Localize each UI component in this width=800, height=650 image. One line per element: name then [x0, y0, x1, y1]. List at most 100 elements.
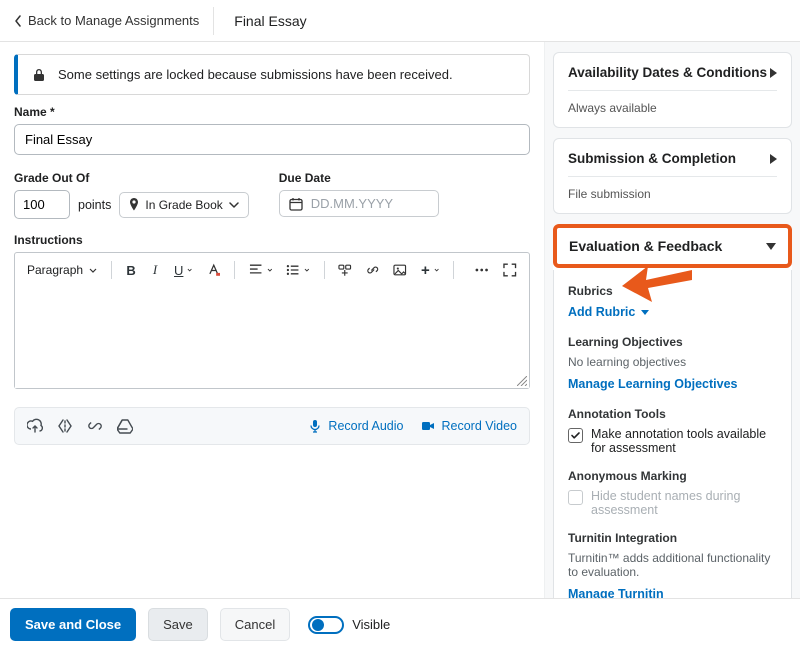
drive-icon[interactable] [117, 418, 133, 434]
toolbar-separator [111, 261, 112, 279]
pin-icon [129, 198, 139, 211]
due-label: Due Date [279, 171, 439, 185]
back-label: Back to Manage Assignments [28, 13, 199, 28]
anonymous-checkbox-label: Hide student names during assessment [591, 489, 777, 517]
cancel-button[interactable]: Cancel [220, 608, 290, 641]
save-and-close-button[interactable]: Save and Close [10, 608, 136, 641]
locked-notice: Some settings are locked because submiss… [14, 54, 530, 95]
chevron-down-icon [229, 202, 239, 208]
toggle-thumb [312, 619, 324, 631]
grade-label: Grade Out Of [14, 171, 249, 185]
anonymous-checkbox-row: Hide student names during assessment [568, 489, 777, 517]
editor-toolbar: Paragraph B I U + [15, 253, 529, 288]
chevron-down-icon [641, 310, 649, 315]
more-actions-button[interactable] [470, 259, 493, 281]
visibility-label: Visible [352, 617, 390, 632]
submission-panel[interactable]: Submission & Completion File submission [553, 138, 792, 214]
page-header: Back to Manage Assignments Final Essay [0, 0, 800, 42]
grade-chip-label: In Grade Book [145, 198, 222, 212]
grade-points-input[interactable] [14, 190, 70, 219]
toolbar-separator [453, 261, 454, 279]
anonymous-marking-label: Anonymous Marking [568, 469, 777, 483]
toolbar-separator [324, 261, 325, 279]
annotation-tools-label: Annotation Tools [568, 407, 777, 421]
chevron-down-icon [766, 243, 776, 250]
chevron-down-icon [267, 268, 273, 272]
quicklink-icon[interactable] [57, 418, 73, 434]
chevron-down-icon [434, 268, 439, 272]
annotation-checkbox-row[interactable]: Make annotation tools available for asse… [568, 427, 777, 455]
evaluation-title: Evaluation & Feedback [569, 238, 722, 254]
annotation-checkbox[interactable] [568, 428, 583, 443]
upload-icon[interactable] [27, 418, 43, 434]
add-rubric-label: Add Rubric [568, 305, 635, 319]
calendar-icon [289, 197, 303, 211]
microphone-icon [308, 419, 322, 433]
record-audio-button[interactable]: Record Audio [308, 419, 403, 433]
anonymous-checkbox [568, 490, 583, 505]
notice-text: Some settings are locked because submiss… [58, 67, 453, 82]
availability-panel[interactable]: Availability Dates & Conditions Always a… [553, 52, 792, 128]
save-button[interactable]: Save [148, 608, 208, 641]
insert-stuff-button[interactable] [334, 259, 356, 281]
visibility-toggle[interactable]: Visible [308, 616, 390, 634]
insert-link-button[interactable] [362, 259, 384, 281]
submission-title: Submission & Completion [568, 151, 736, 166]
insert-more-button[interactable]: + [417, 259, 443, 281]
body: Some settings are locked because submiss… [0, 42, 800, 598]
paragraph-style-label: Paragraph [27, 263, 83, 277]
rubrics-label: Rubrics [568, 284, 777, 298]
chevron-left-icon [14, 15, 22, 27]
learning-objectives-label: Learning Objectives [568, 335, 777, 349]
link-icon[interactable] [87, 418, 103, 434]
toggle-track [308, 616, 344, 634]
learning-objectives-none: No learning objectives [568, 355, 777, 369]
evaluation-panel-body: Rubrics Add Rubric Learning Objectives N… [553, 270, 792, 598]
evaluation-feedback-header[interactable]: Evaluation & Feedback [553, 224, 792, 268]
due-date-input[interactable]: DD.MM.YYYY [279, 190, 439, 217]
grade-book-dropdown[interactable]: In Grade Book [119, 192, 248, 218]
turnitin-desc: Turnitin™ adds additional functionality … [568, 551, 777, 579]
bold-button[interactable]: B [122, 259, 140, 281]
chevron-down-icon [187, 268, 192, 272]
rich-text-editor: Paragraph B I U + [14, 252, 530, 389]
chevron-down-icon [89, 268, 97, 273]
attachment-bar: Record Audio Record Video [14, 407, 530, 445]
page-title: Final Essay [214, 13, 306, 29]
name-input[interactable] [14, 124, 530, 155]
check-icon [570, 430, 581, 441]
chevron-right-icon [770, 68, 777, 78]
list-button[interactable] [282, 259, 313, 281]
align-button[interactable] [245, 259, 276, 281]
back-to-manage-link[interactable]: Back to Manage Assignments [14, 7, 214, 35]
italic-button[interactable]: I [146, 259, 164, 281]
annotation-checkbox-label: Make annotation tools available for asse… [591, 427, 777, 455]
underline-button[interactable]: U [170, 259, 197, 281]
side-panel: Availability Dates & Conditions Always a… [544, 42, 800, 598]
resize-handle-icon[interactable] [517, 376, 527, 386]
paragraph-style-dropdown[interactable]: Paragraph [23, 261, 101, 279]
chevron-right-icon [770, 154, 777, 164]
manage-learning-objectives-link[interactable]: Manage Learning Objectives [568, 377, 738, 391]
submission-subtitle: File submission [568, 187, 777, 201]
main-column: Some settings are locked because submiss… [0, 42, 544, 598]
due-placeholder: DD.MM.YYYY [311, 196, 393, 211]
chevron-down-icon [304, 268, 310, 272]
video-icon [421, 419, 435, 433]
record-audio-label: Record Audio [328, 419, 403, 433]
lock-icon [32, 68, 46, 82]
name-label: Name * [14, 105, 530, 119]
fullscreen-button[interactable] [499, 259, 521, 281]
record-video-button[interactable]: Record Video [421, 419, 517, 433]
manage-turnitin-link[interactable]: Manage Turnitin [568, 587, 664, 598]
insert-image-button[interactable] [389, 259, 411, 281]
editor-textarea[interactable] [15, 288, 529, 388]
toolbar-separator [234, 261, 235, 279]
availability-subtitle: Always available [568, 101, 777, 115]
text-color-button[interactable] [203, 259, 225, 281]
footer-bar: Save and Close Save Cancel Visible [0, 598, 800, 650]
grade-unit: points [78, 198, 111, 212]
turnitin-label: Turnitin Integration [568, 531, 777, 545]
record-video-label: Record Video [441, 419, 517, 433]
add-rubric-button[interactable]: Add Rubric [568, 305, 649, 319]
